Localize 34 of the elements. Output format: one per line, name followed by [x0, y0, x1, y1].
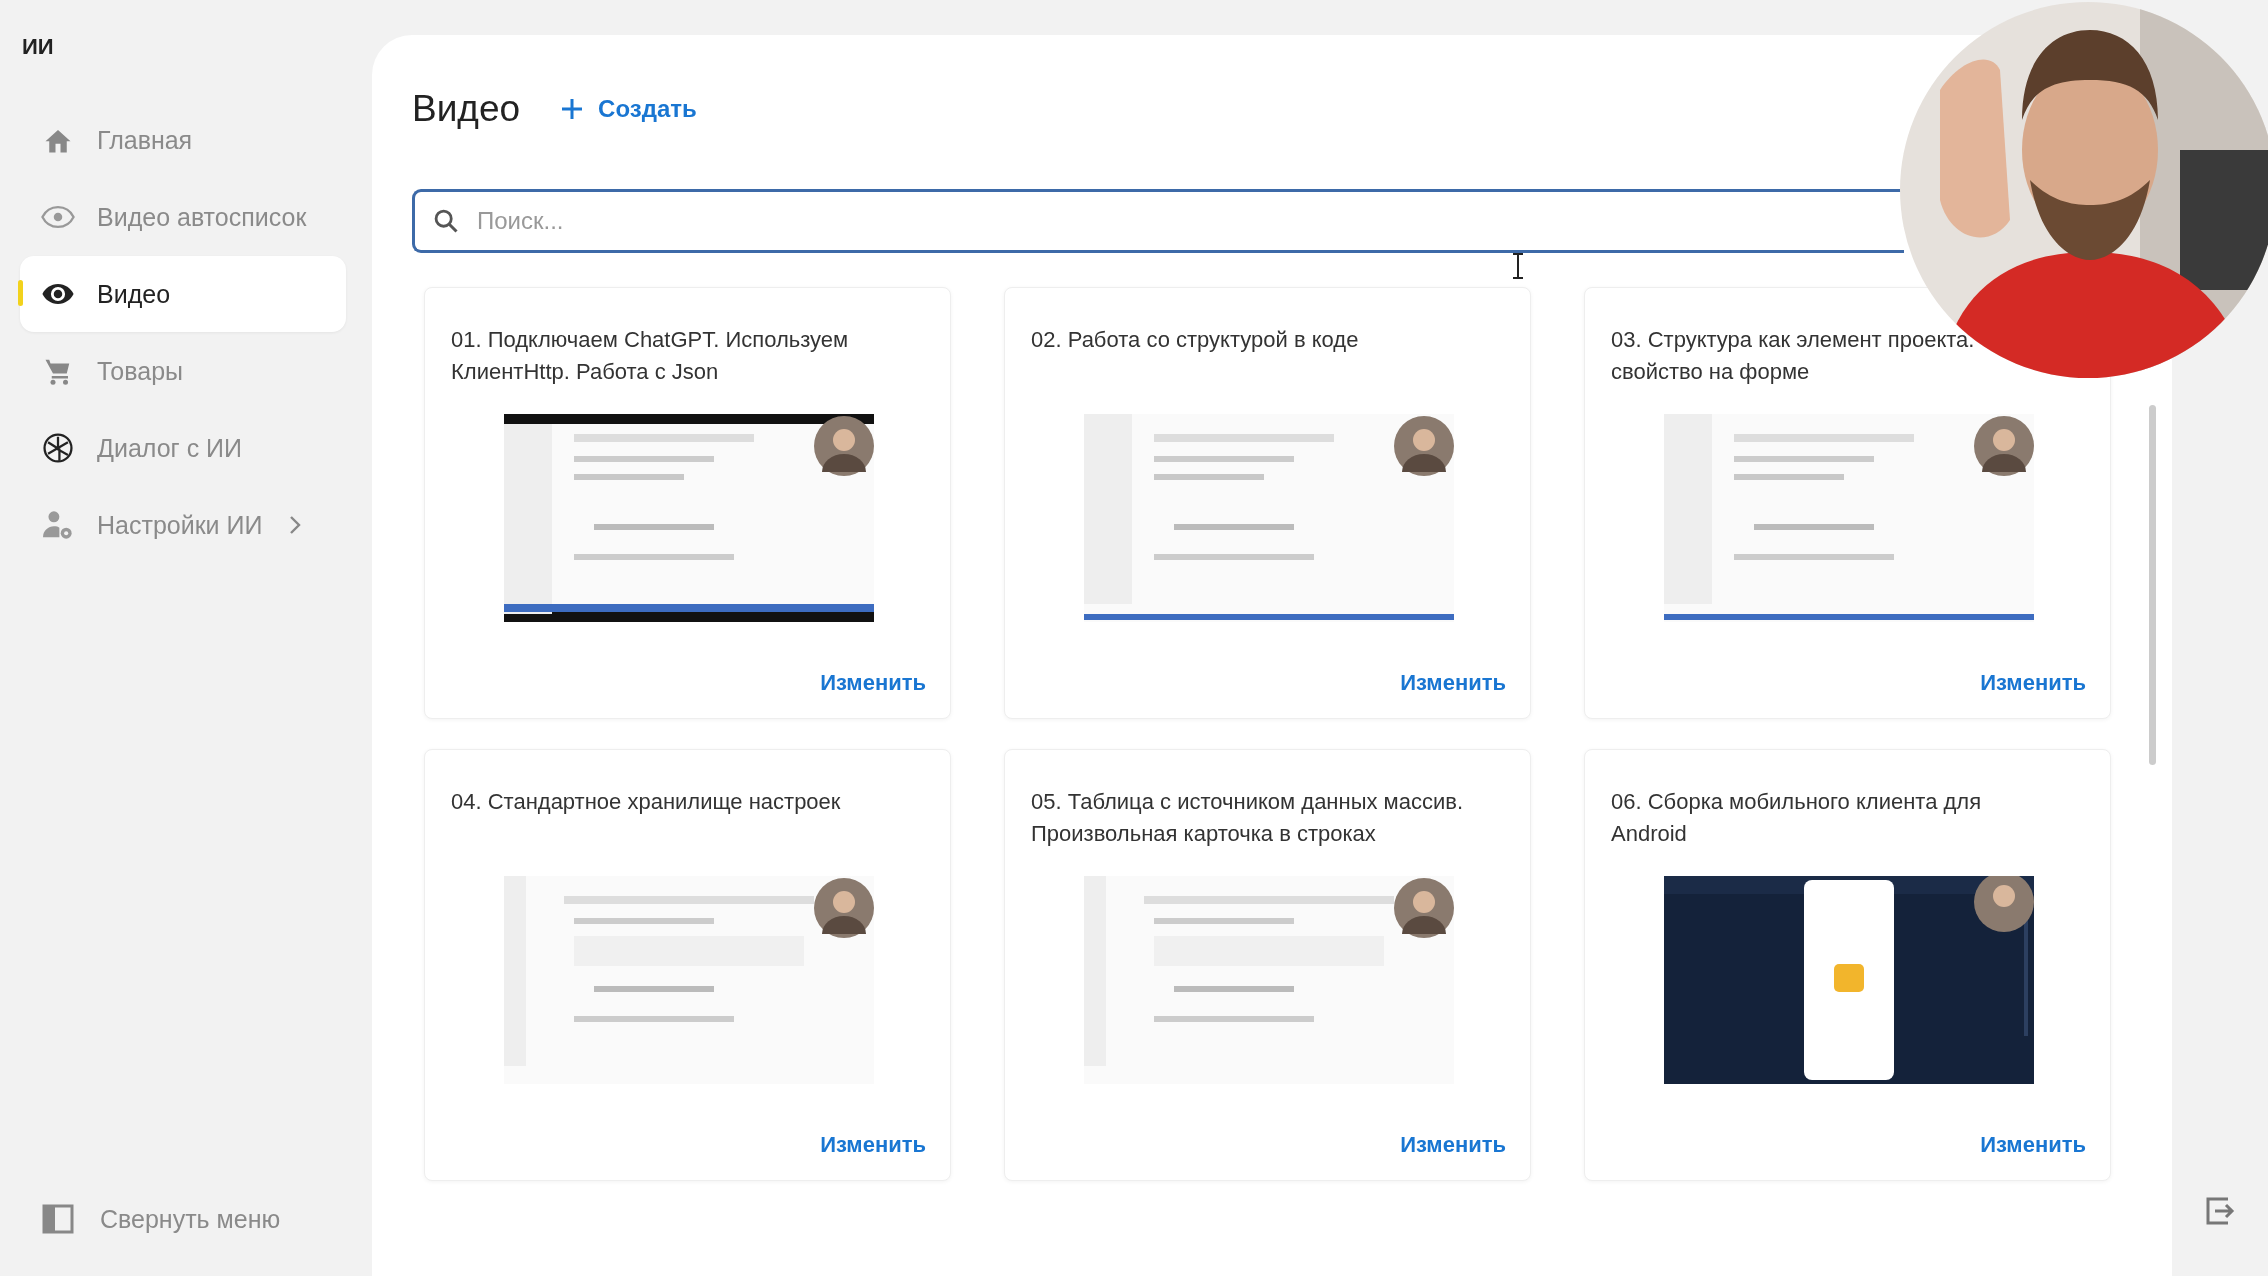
edit-link[interactable]: Изменить	[1400, 670, 1506, 696]
video-title: 02. Работа со структурой в коде	[1031, 326, 1360, 354]
edit-link[interactable]: Изменить	[820, 1132, 926, 1158]
selection-indicator	[18, 280, 23, 306]
video-title: 06. Сборка мобильного клиента для Android	[1611, 788, 1983, 848]
sidebar-item[interactable]: Главная	[20, 102, 346, 178]
eye-icon	[41, 282, 75, 306]
scrollbar[interactable]	[2149, 405, 2156, 765]
search-field[interactable]: Поиск...	[412, 189, 1904, 253]
sidebar-item[interactable]: Диалог с ИИ	[20, 410, 346, 486]
video-title: 04. Стандартное хранилище настроек	[451, 788, 842, 816]
sidebar-item[interactable]: Видео	[20, 256, 346, 332]
video-title: 01. Подключаем ChatGPT. Используем КлиентHttp. Работа с Json	[451, 326, 850, 386]
sidebar-toggle-icon	[42, 1204, 74, 1234]
eye-icon	[41, 205, 75, 229]
edit-link[interactable]: Изменить	[820, 670, 926, 696]
edit-link[interactable]: Изменить	[1400, 1132, 1506, 1158]
page-title: Видео	[412, 88, 521, 130]
sidebar-item[interactable]: Настройки ИИ	[20, 487, 346, 563]
plus-icon	[560, 97, 585, 121]
exit-icon[interactable]	[2204, 1196, 2236, 1226]
user-settings-icon	[41, 510, 75, 540]
app-logo: ИИ	[22, 34, 54, 60]
video-title: 03. Структура как элемент проекта. свойство на форме	[1611, 326, 1976, 386]
video-title: 05. Таблица с источником данных массив. Произвольная карточка в строках	[1031, 788, 1465, 848]
sidebar-item[interactable]: Товары	[20, 333, 346, 409]
text-cursor-icon	[1512, 253, 1524, 279]
knot-icon	[41, 431, 75, 465]
create-button[interactable]: Создать	[560, 95, 697, 123]
collapse-menu-button[interactable]: Свернуть меню	[42, 1204, 281, 1234]
sidebar-item[interactable]: Видео автосписок	[20, 179, 346, 255]
edit-link[interactable]: Изменить	[1980, 1132, 2086, 1158]
edit-link[interactable]: Изменить	[1980, 670, 2086, 696]
search-icon	[432, 207, 460, 235]
